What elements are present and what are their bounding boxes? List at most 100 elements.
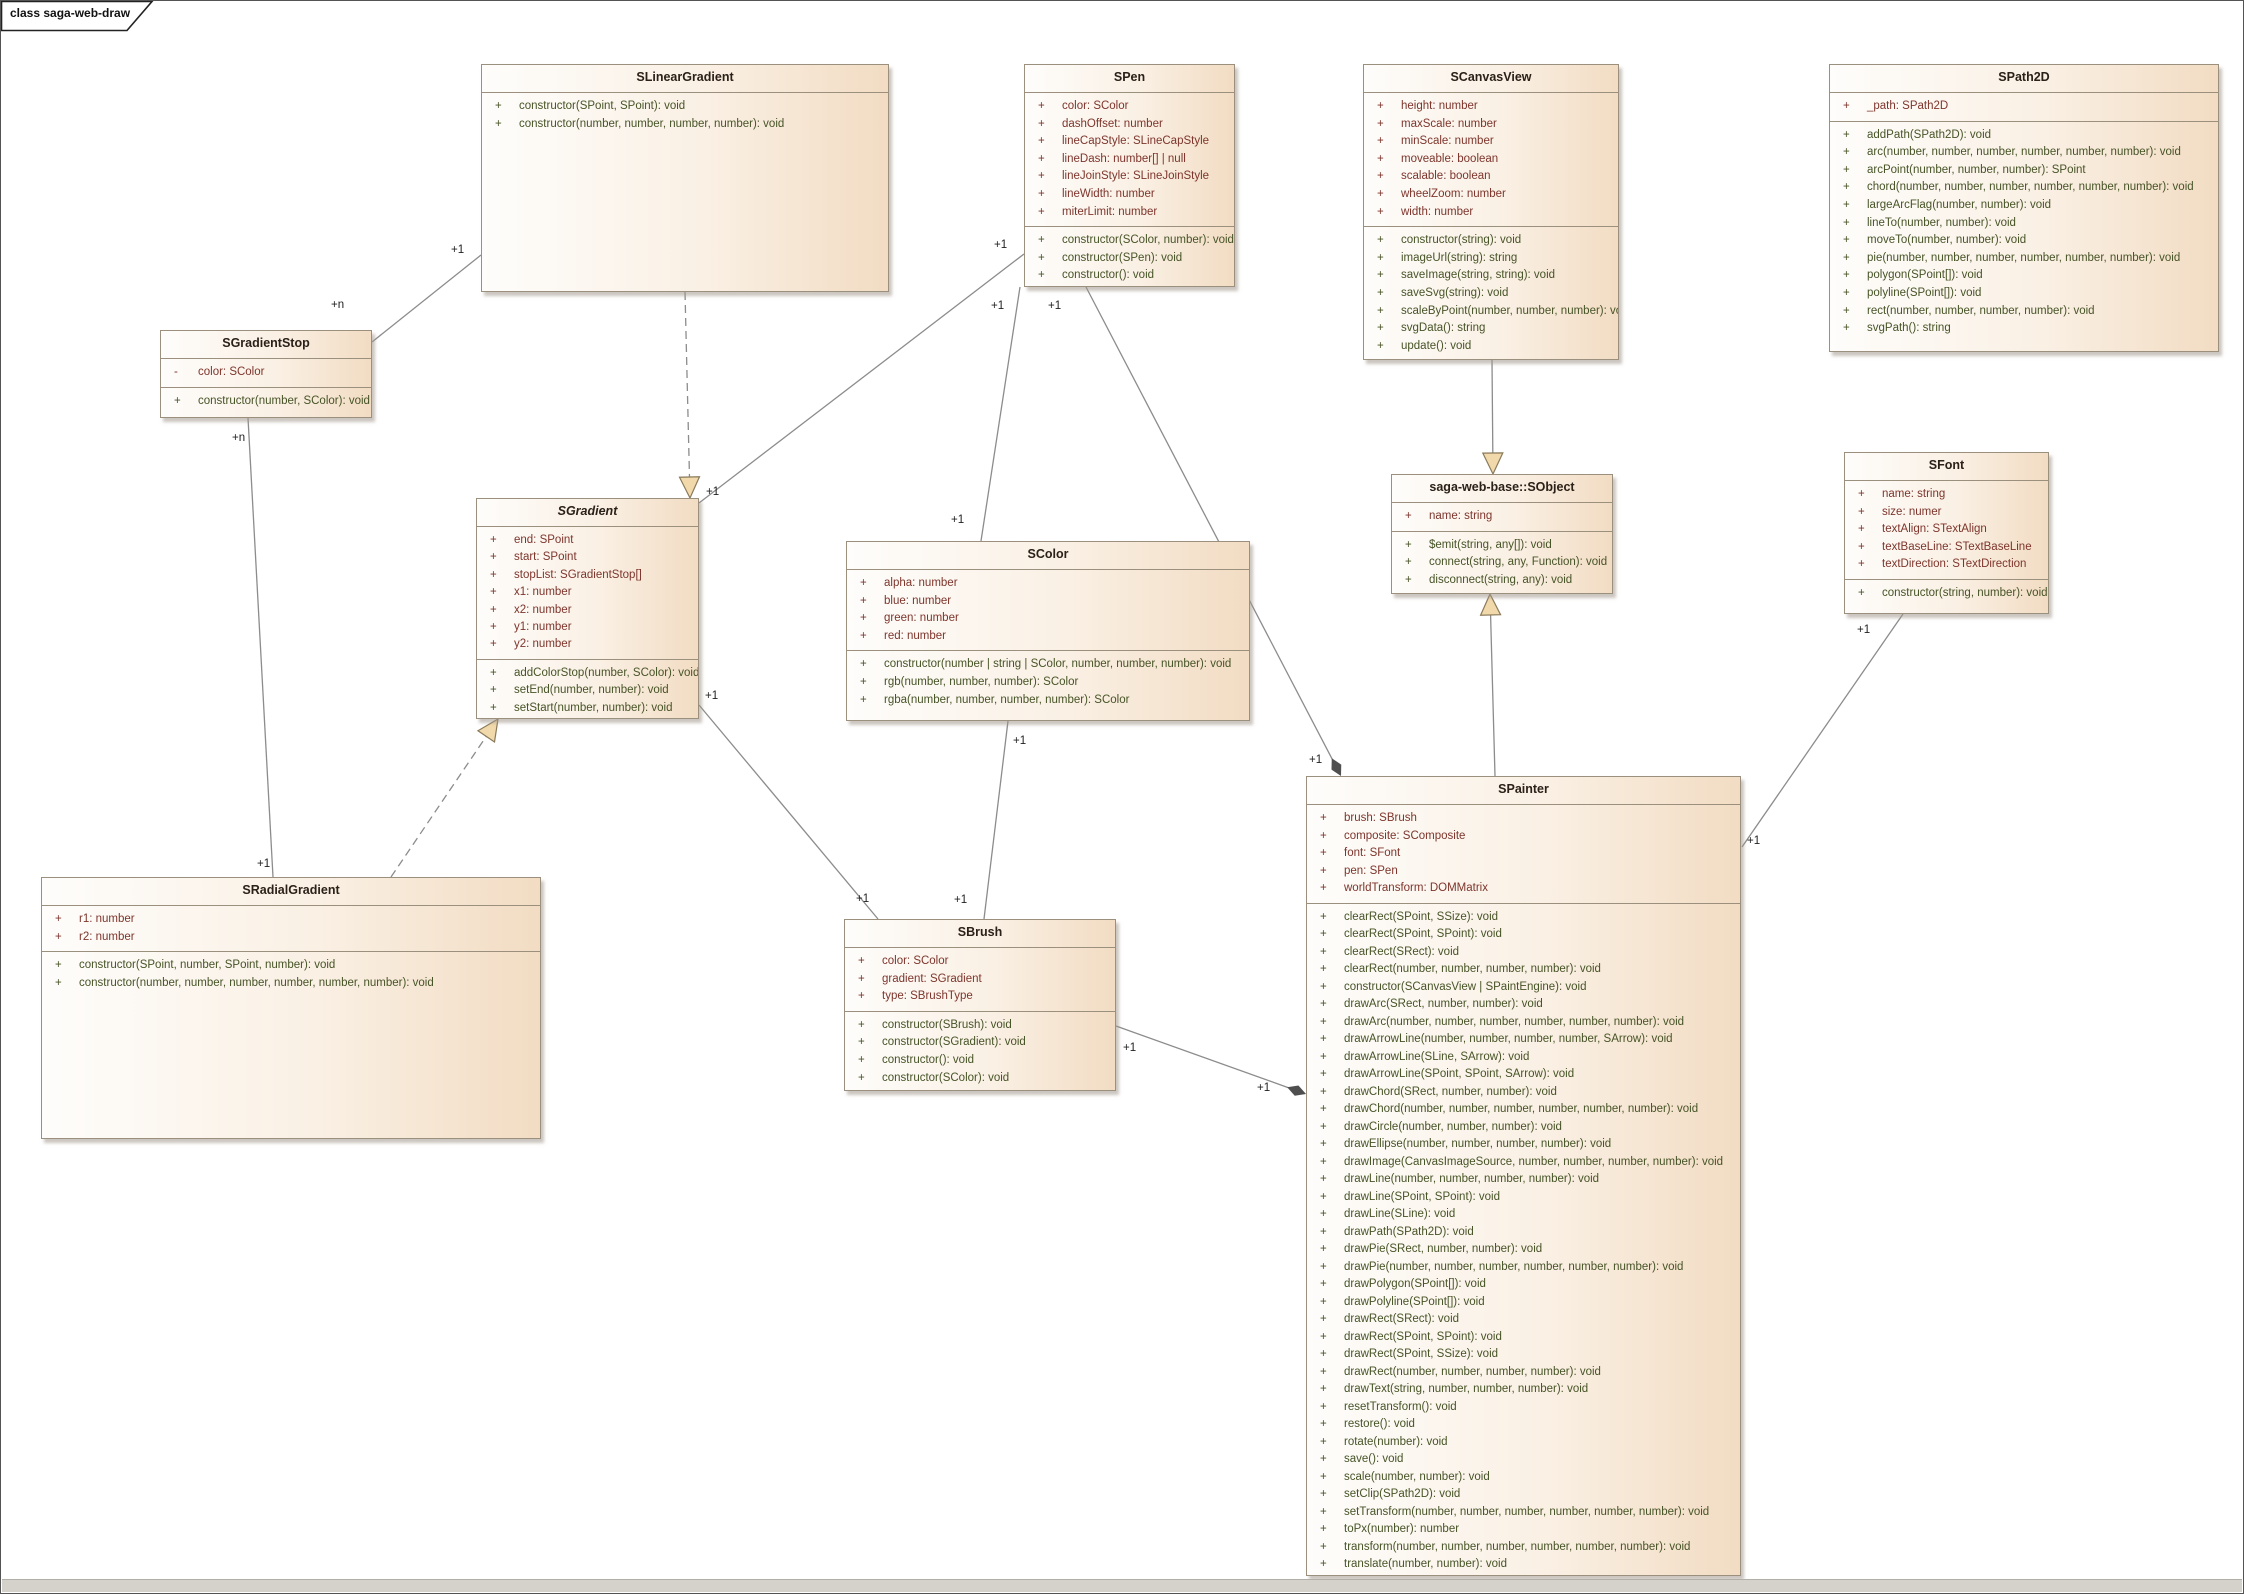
method-row: +clearRect(SPoint, SSize): void bbox=[1307, 909, 1740, 927]
attr-text: maxScale: number bbox=[1401, 116, 1497, 134]
class-box-sradialgradient[interactable]: SRadialGradient+r1: number+r2: number+co… bbox=[41, 877, 541, 1139]
visibility-marker: + bbox=[1858, 486, 1865, 504]
methods-compartment: +constructor(SBrush): void+constructor(S… bbox=[845, 1011, 1115, 1091]
visibility-marker: + bbox=[860, 692, 867, 710]
visibility-marker: + bbox=[858, 1070, 865, 1088]
class-box-sfont[interactable]: SFont+name: string+size: numer+textAlign… bbox=[1844, 452, 2049, 614]
method-text: constructor(SPoint, SPoint): void bbox=[519, 98, 685, 116]
class-title: SFont bbox=[1845, 453, 2048, 480]
attr-text: brush: SBrush bbox=[1344, 810, 1417, 828]
class-title: SPath2D bbox=[1830, 65, 2218, 92]
class-box-sgradient[interactable]: SGradient+end: SPoint+start: SPoint+stop… bbox=[476, 498, 699, 719]
attr-text: y1: number bbox=[514, 619, 572, 636]
visibility-marker: + bbox=[1858, 585, 1865, 603]
method-text: chord(number, number, number, number, nu… bbox=[1867, 179, 2194, 197]
visibility-marker: + bbox=[858, 988, 865, 1006]
class-box-sbrush[interactable]: SBrush+color: SColor+gradient: SGradient… bbox=[844, 919, 1116, 1091]
attr-text: lineJoinStyle: SLineJoinStyle bbox=[1062, 168, 1209, 186]
attr-text: size: numer bbox=[1882, 504, 1941, 522]
method-text: drawEllipse(number, number, number, numb… bbox=[1344, 1136, 1611, 1154]
method-row: + rgba(number, number, number, number): S… bbox=[847, 692, 1249, 710]
attr-text: textBaseLine: STextBaseLine bbox=[1882, 539, 2032, 557]
method-text: drawChord(SRect, number, number): void bbox=[1344, 1084, 1557, 1102]
method-row: +constructor(number, SColor): void bbox=[161, 393, 371, 411]
class-title: SGradient bbox=[477, 499, 698, 526]
method-text: rgba(number, number, number, number): SC… bbox=[884, 692, 1129, 710]
class-box-slineargradient[interactable]: SLinearGradient+constructor(SPoint, SPoi… bbox=[481, 64, 889, 292]
visibility-marker: + bbox=[1320, 1521, 1327, 1539]
class-box-saga-web-base-sobject[interactable]: saga-web-base::SObject+name: string+$emi… bbox=[1391, 474, 1613, 594]
method-text: constructor(number, number, number, numb… bbox=[79, 975, 434, 993]
class-box-sgradientstop[interactable]: SGradientStop-color: SColor+constructor(… bbox=[160, 330, 372, 418]
method-row: +setClip(SPath2D): void bbox=[1307, 1486, 1740, 1504]
method-text: drawPath(SPath2D): void bbox=[1344, 1224, 1474, 1242]
visibility-marker: + bbox=[1320, 1224, 1327, 1242]
method-row: +constructor(string, number): void bbox=[1845, 585, 2048, 603]
visibility-marker: + bbox=[858, 1017, 865, 1035]
visibility-marker: + bbox=[1038, 250, 1045, 268]
visibility-marker: + bbox=[1320, 810, 1327, 828]
method-text: save(): void bbox=[1344, 1451, 1403, 1469]
methods-compartment: +constructor(number | string | SColor, n… bbox=[847, 650, 1249, 714]
method-row: +drawLine(SLine): void bbox=[1307, 1206, 1740, 1224]
visibility-marker: + bbox=[174, 393, 181, 411]
method-row: +constructor(SColor, number): void bbox=[1025, 232, 1234, 250]
method-text: polyline(SPoint[]): void bbox=[1867, 285, 1981, 303]
class-box-scolor[interactable]: SColor+alpha: number+blue: number+green:… bbox=[846, 541, 1250, 721]
method-text: svgPath(): string bbox=[1867, 320, 1951, 338]
method-text: saveSvg(string): void bbox=[1401, 285, 1508, 303]
attrs-compartment: +brush: SBrush+composite: SComposite+fon… bbox=[1307, 804, 1740, 903]
class-title: SGradientStop bbox=[161, 331, 371, 358]
visibility-marker: + bbox=[1320, 1504, 1327, 1522]
method-text: drawText(string, number, number, number)… bbox=[1344, 1381, 1588, 1399]
attr-text: lineDash: number[] | null bbox=[1062, 151, 1186, 169]
visibility-marker: + bbox=[1320, 1434, 1327, 1452]
visibility-marker: + bbox=[1320, 1084, 1327, 1102]
visibility-marker: + bbox=[860, 575, 867, 593]
class-box-scanvasview[interactable]: SCanvasView+height: number+maxScale: num… bbox=[1363, 64, 1619, 360]
method-row: +connect(string, any, Function): void bbox=[1392, 554, 1612, 572]
class-box-spainter[interactable]: SPainter+brush: SBrush+composite: SCompo… bbox=[1306, 776, 1741, 1576]
visibility-marker: + bbox=[1038, 98, 1045, 116]
attr-row: +pen: SPen bbox=[1307, 863, 1740, 881]
class-box-spath2d[interactable]: SPath2D+_path: SPath2D+addPath(SPath2D):… bbox=[1829, 64, 2219, 352]
visibility-marker: + bbox=[495, 98, 502, 116]
attrs-compartment: +name: string bbox=[1392, 502, 1612, 531]
class-title: saga-web-base::SObject bbox=[1392, 475, 1612, 502]
attr-row: +r1: number bbox=[42, 911, 540, 929]
method-text: constructor(SColor): void bbox=[882, 1070, 1009, 1088]
method-text: constructor(number, number, number, numb… bbox=[519, 116, 784, 134]
visibility-marker: + bbox=[1038, 133, 1045, 151]
visibility-marker: + bbox=[495, 116, 502, 134]
method-row: +drawLine(SPoint, SPoint): void bbox=[1307, 1189, 1740, 1207]
attr-row: +stopList: SGradientStop[] bbox=[477, 567, 698, 584]
attr-text: scalable: boolean bbox=[1401, 168, 1491, 186]
method-row: +$emit(string, any[]): void bbox=[1392, 537, 1612, 555]
attr-row: +miterLimit: number bbox=[1025, 204, 1234, 222]
visibility-marker: + bbox=[1320, 1451, 1327, 1469]
attr-text: alpha: number bbox=[884, 575, 958, 593]
method-row: + constructor(SColor): void bbox=[845, 1070, 1115, 1088]
visibility-marker: + bbox=[1320, 1346, 1327, 1364]
attr-row: +lineDash: number[] | null bbox=[1025, 151, 1234, 169]
method-row: +polyline(SPoint[]): void bbox=[1830, 285, 2218, 303]
attr-text: y2: number bbox=[514, 636, 572, 653]
method-text: constructor(SPen): void bbox=[1062, 250, 1182, 268]
method-row: +moveTo(number, number): void bbox=[1830, 232, 2218, 250]
methods-compartment: +$emit(string, any[]): void+connect(stri… bbox=[1392, 531, 1612, 594]
visibility-marker: + bbox=[1038, 186, 1045, 204]
method-text: drawArc(number, number, number, number, … bbox=[1344, 1014, 1684, 1032]
visibility-marker: + bbox=[1320, 1399, 1327, 1417]
horizontal-scrollbar[interactable] bbox=[2, 1579, 2242, 1592]
attr-text: type: SBrushType bbox=[882, 988, 973, 1006]
method-text: drawArc(SRect, number, number): void bbox=[1344, 996, 1543, 1014]
methods-compartment: +constructor(SColor, number): void+ const… bbox=[1025, 226, 1234, 287]
attr-text: lineWidth: number bbox=[1062, 186, 1155, 204]
class-box-spen[interactable]: SPen+color: SColor+dashOffset: number+li… bbox=[1024, 64, 1235, 287]
method-text: setStart(number, number): void bbox=[514, 700, 673, 717]
attr-row: +y1: number bbox=[477, 619, 698, 636]
visibility-marker: + bbox=[490, 532, 497, 549]
method-row: +disconnect(string, any): void bbox=[1392, 572, 1612, 590]
method-row: +constructor(SBrush): void bbox=[845, 1017, 1115, 1035]
method-row: +constructor(SCanvasView | SPaintEngine)… bbox=[1307, 979, 1740, 997]
